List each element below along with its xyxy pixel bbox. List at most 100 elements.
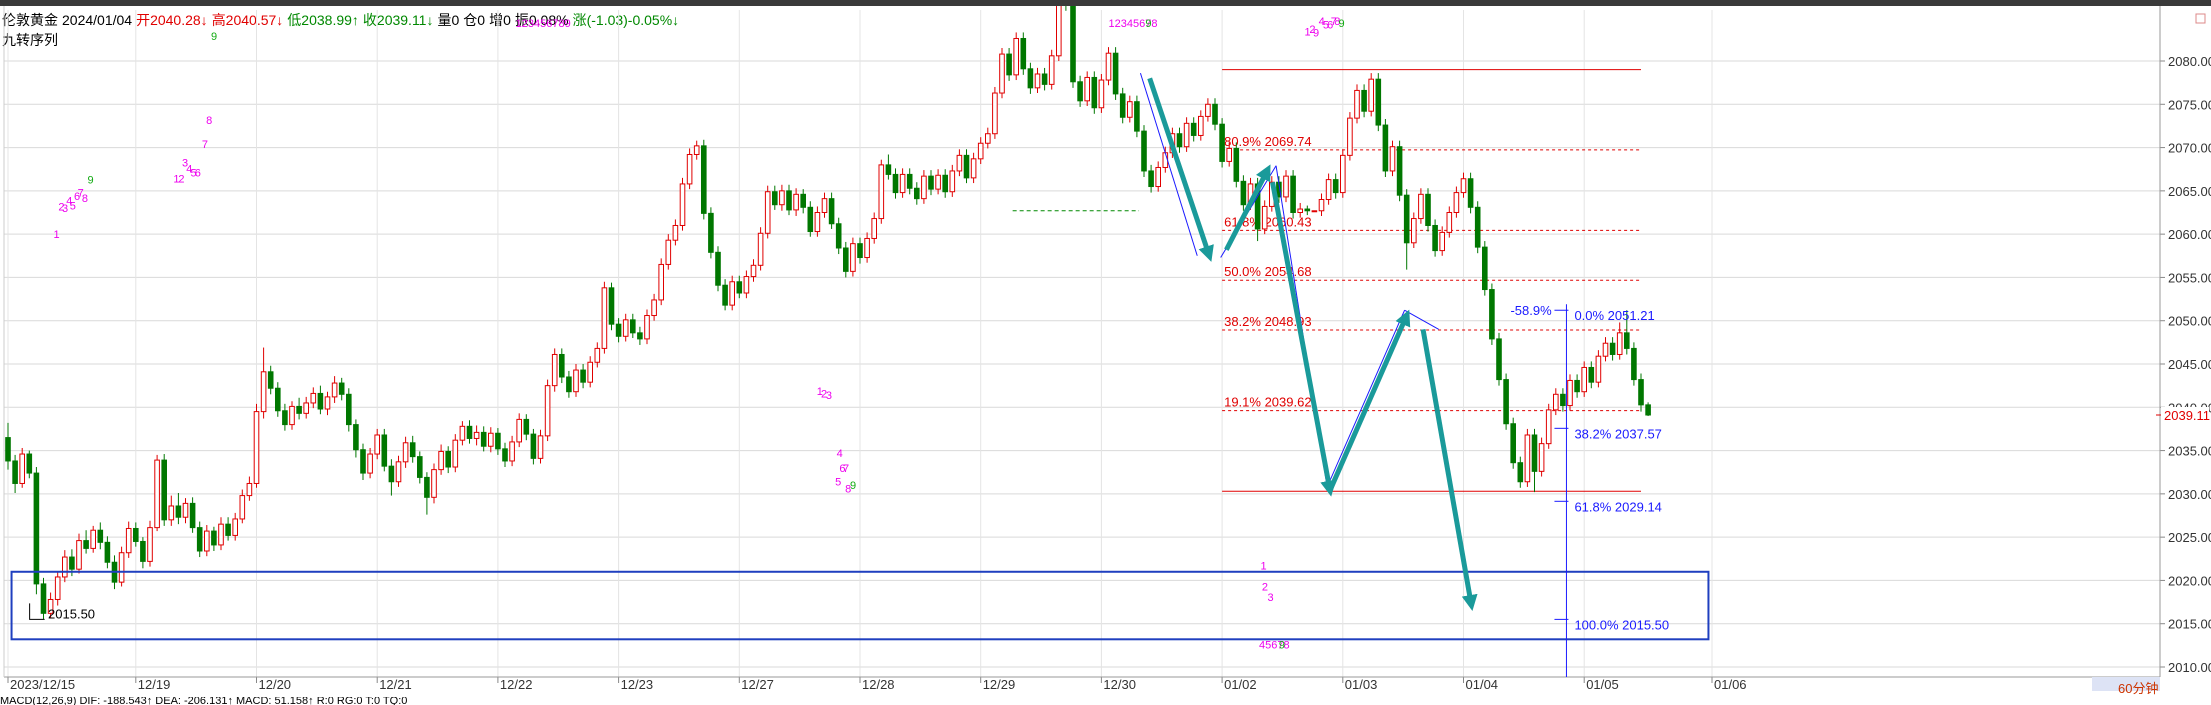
candle-body [1148,170,1154,188]
candle-body [1056,6,1062,57]
candle-body [1538,443,1545,472]
candle-body [743,276,750,294]
candle-body [488,432,494,447]
candle-body [807,206,814,233]
trend-line [1404,309,1439,330]
candle-body [580,369,586,383]
candle-body [353,424,359,451]
candle-body [1545,409,1552,445]
candle-body [630,319,636,334]
nine-turn-label: 8 [82,193,88,205]
candle-body [573,369,579,393]
candle-body [764,191,771,234]
candle-body [218,523,224,546]
candle-body [1070,6,1076,83]
timeframe-label[interactable]: 60分钟 [2118,678,2158,697]
candle-body [906,173,913,189]
candlestick-chart[interactable]: 2010.00 2015.00 2020.00 2025.00 2030.00 2035.… [0,6,2211,696]
candle-body [466,425,473,439]
candle-body [317,392,324,410]
y-tick-label: 2065.00 [2168,184,2211,199]
trend-arrow [1327,309,1411,492]
candle-body [594,347,601,363]
candle-body [1354,89,1360,119]
y-tick-label: 2070.00 [2168,141,2211,156]
x-tick-label: 12/28 [862,677,895,692]
candle-body [1574,379,1580,393]
candle-body [857,243,863,259]
candle-body [708,212,714,253]
candle-body [693,145,700,155]
candle-body [1517,462,1524,483]
candle-body [1105,52,1112,81]
candle-body [914,187,920,200]
candle-body [544,385,551,437]
candle-body [1396,146,1403,196]
candle-body [786,190,792,211]
fib-right-label: 61.8% 2029.14 [1574,499,1661,514]
candle-body [956,154,963,172]
candle-body [530,433,537,459]
candle-body [495,432,501,450]
candle-body [963,154,970,179]
y-tick-label: 2055.00 [2168,270,2211,285]
candle-body [1325,179,1332,201]
candle-body [736,281,743,294]
nine-turn-label: 9 [1313,27,1319,39]
candle-body [1609,342,1616,355]
candle-body [587,361,594,383]
candle-body [452,439,459,468]
candle-body [1631,347,1637,381]
candle-body [1176,133,1183,148]
y-tick-label: 2025.00 [2168,530,2211,545]
candle-body [793,193,799,211]
x-tick-label: 12/29 [983,677,1016,692]
candle-body [1645,404,1651,416]
candle-body [509,441,515,462]
candle-body [1638,379,1644,406]
candle-body [76,540,82,570]
price-annotation: 2015.50 [48,606,95,621]
candle-body [878,164,885,220]
nine-turn-label: 9 [88,175,94,187]
candle-body [679,183,686,226]
candle-body [1581,366,1588,393]
candle-body [1077,81,1083,102]
candle-body [1205,103,1211,117]
candle-body [225,523,231,536]
candle-body [843,247,849,272]
x-tick-label: 12/23 [621,677,654,692]
candle-body [871,218,878,239]
candle-body [722,284,728,306]
candle-body [402,442,409,463]
nine-turn-label: 9 [1145,18,1151,30]
candle-body [892,173,899,194]
candle-body [260,371,267,413]
candle-body [388,465,395,483]
candle-body [19,453,25,484]
candle-body [12,460,18,484]
candle-body [985,133,991,144]
candle-body [367,453,373,474]
nine-turn-label: 3 [1268,592,1274,604]
y-tick-label: 2030.00 [2168,487,2211,502]
candle-body [715,251,721,286]
candle-body [949,170,956,193]
candle-body [999,53,1005,94]
candle-body [779,190,785,206]
candle-body [970,158,977,179]
candle-body [601,287,608,349]
candle-body [381,434,388,467]
candle-body [303,402,309,414]
candle-body [644,315,650,340]
candle-body [835,223,842,249]
candle-body [1418,193,1424,220]
y-tick-label: 2060.00 [2168,227,2211,242]
x-tick-label: 12/27 [741,677,774,692]
candle-body [1425,193,1431,226]
candle-body [161,459,167,521]
candle-body [701,145,707,214]
candle-body [1588,366,1595,383]
candle-body [459,425,466,441]
candle-body [133,527,139,542]
